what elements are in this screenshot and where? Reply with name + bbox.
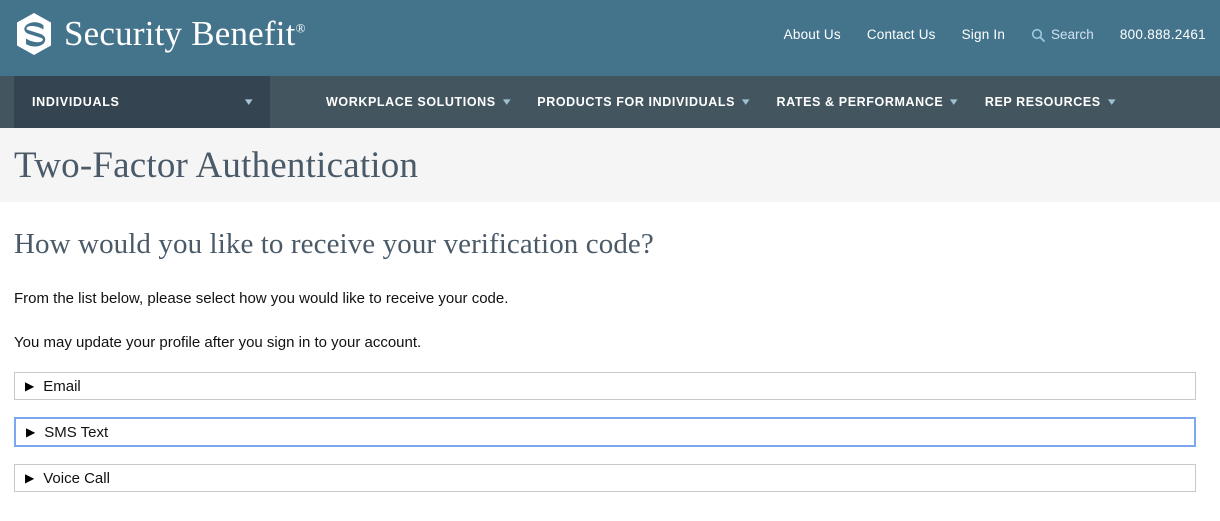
registered-mark: ® [295,20,306,36]
utility-nav: About Us Contact Us Sign In Search 800.8… [784,27,1206,42]
delivery-method-accordion: ▶ Email ▶ SMS Text ▶ Voice Call [14,372,1196,492]
phone-number[interactable]: 800.888.2461 [1120,27,1206,42]
triangle-right-icon: ▶ [26,425,36,439]
nav-item-list: WORKPLACE SOLUTIONS ▾ PRODUCTS FOR INDIV… [270,76,1116,128]
nav-item-label: RATES & PERFORMANCE [776,95,944,109]
nav-item-rates-and-performance[interactable]: RATES & PERFORMANCE ▾ [776,95,958,109]
chevron-down-icon: ▾ [502,95,511,108]
chevron-down-icon: ▾ [950,95,958,108]
instruction-paragraph-2: You may update your profile after you si… [14,333,422,351]
util-link-sign-in[interactable]: Sign In [962,27,1005,42]
accordion-item-label: Voice Call [43,469,110,487]
accordion-item-sms-text[interactable]: ▶ SMS Text [14,417,1196,447]
section-heading: How would you like to receive your verif… [14,228,654,260]
util-link-contact-us[interactable]: Contact Us [867,27,936,42]
page-title-banner: Two-Factor Authentication [0,128,1220,202]
brand-name-text: Security Benefit [64,14,296,53]
nav-item-label: WORKPLACE SOLUTIONS [326,95,496,109]
search-icon [1031,28,1045,42]
nav-item-products-for-individuals[interactable]: PRODUCTS FOR INDIVIDUALS ▾ [537,95,750,109]
instruction-paragraph-1: From the list below, please select how y… [14,290,509,307]
triangle-right-icon: ▶ [25,471,35,485]
nav-item-label: PRODUCTS FOR INDIVIDUALS [537,95,736,109]
chevron-down-icon: ▾ [1107,95,1116,108]
accordion-item-email[interactable]: ▶ Email [14,372,1196,400]
search-label: Search [1051,27,1094,42]
triangle-right-icon: ▶ [25,379,35,393]
nav-item-workplace-solutions[interactable]: WORKPLACE SOLUTIONS ▾ [326,95,511,109]
nav-item-rep-resources[interactable]: REP RESOURCES ▾ [984,95,1116,109]
chevron-down-icon: ▾ [245,95,254,108]
nav-left-spacer [0,76,14,128]
site-header: Security Benefit® About Us Contact Us Si… [0,0,1220,76]
search-button[interactable]: Search [1031,27,1094,42]
brand-logo[interactable]: Security Benefit® [14,12,306,56]
main-content: How would you like to receive your verif… [0,202,1220,492]
nav-item-label: REP RESOURCES [984,95,1101,109]
security-benefit-hex-s-logo-icon [17,13,51,55]
main-navigation: INDIVIDUALS ▾ WORKPLACE SOLUTIONS ▾ PROD… [0,76,1220,128]
page-title: Two-Factor Authentication [14,144,419,186]
brand-name: Security Benefit® [64,12,306,56]
nav-audience-label: INDIVIDUALS [32,95,120,109]
util-link-about-us[interactable]: About Us [784,27,841,42]
chevron-down-icon: ▾ [741,95,750,108]
accordion-item-voice-call[interactable]: ▶ Voice Call [14,464,1196,492]
nav-audience-selector-individuals[interactable]: INDIVIDUALS ▾ [14,76,270,128]
accordion-item-label: SMS Text [44,423,109,441]
accordion-item-label: Email [43,377,81,395]
